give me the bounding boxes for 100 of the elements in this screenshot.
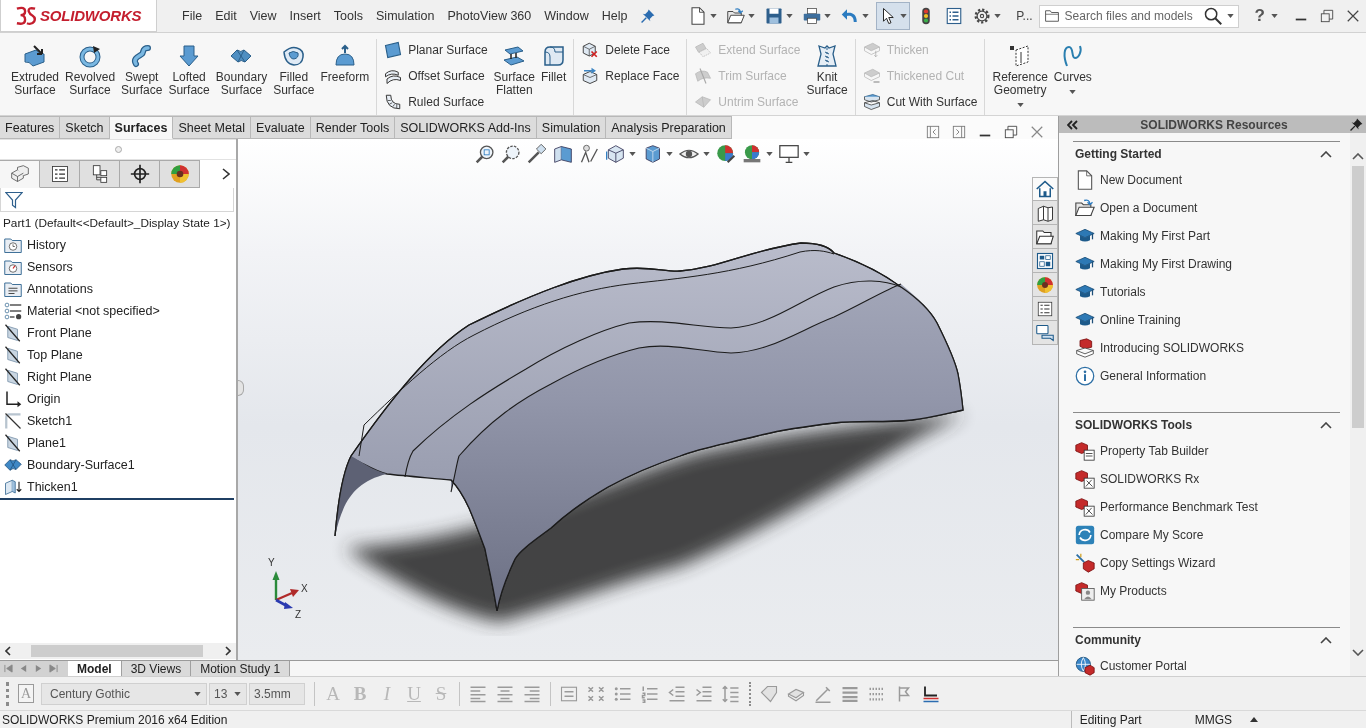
chevron-up-icon[interactable]	[1320, 636, 1332, 644]
tree-item[interactable]: Material <not specified>	[0, 300, 236, 322]
view-toolbar-button[interactable]	[526, 144, 547, 164]
panel-tab[interactable]	[120, 160, 160, 188]
ribbon-button[interactable]: Surface Flatten	[490, 39, 538, 97]
panel-tab[interactable]	[160, 160, 200, 188]
tree-item[interactable]: Top Plane	[0, 344, 236, 366]
ribbon-button[interactable]: Fillet	[537, 39, 570, 84]
ribbon-button[interactable]: Cut With Surface	[859, 91, 981, 113]
scrollbar-thumb[interactable]	[31, 645, 203, 657]
menu-item[interactable]: Tools	[333, 9, 364, 23]
tab[interactable]: Motion Study 1	[191, 661, 291, 676]
tree-item[interactable]: Boundary-Surface1	[0, 454, 236, 476]
tab[interactable]: Surfaces	[109, 116, 174, 139]
ribbon-button[interactable]: Filled Surface	[270, 39, 318, 97]
restore-icon[interactable]	[1320, 9, 1334, 23]
tree-item[interactable]: Front Plane	[0, 322, 236, 344]
search-icon[interactable]	[1203, 7, 1222, 25]
tree-item[interactable]: History	[0, 234, 236, 256]
chevron-down-icon[interactable]	[1352, 649, 1364, 656]
chevron-up-icon[interactable]	[1352, 153, 1364, 160]
graphics-area[interactable]: Y X Z	[238, 139, 1058, 660]
task-pane-tab[interactable]	[1032, 273, 1058, 297]
menu-item[interactable]: Window	[544, 9, 589, 23]
close-icon[interactable]	[1346, 9, 1360, 23]
chevron-right-icon[interactable]	[222, 168, 230, 180]
menu-item[interactable]: File	[182, 9, 203, 23]
menu-item[interactable]: Simulation	[376, 9, 435, 23]
panel-tab[interactable]	[80, 160, 120, 188]
splitter-handle[interactable]	[238, 380, 244, 396]
font-dropdown[interactable]: Century Gothic	[41, 682, 207, 705]
ribbon-button[interactable]: Reference Geometry	[989, 39, 1051, 107]
tab[interactable]: Evaluate	[251, 116, 311, 139]
help-button[interactable]: ?	[1252, 6, 1267, 26]
tab[interactable]: Sheet Metal	[173, 116, 252, 139]
menu-item[interactable]: PhotoView 360	[447, 9, 532, 23]
resource-link[interactable]: Tutorials	[1073, 278, 1340, 306]
tree-item[interactable]: Right Plane	[0, 366, 236, 388]
panel-right-icon[interactable]	[952, 125, 966, 139]
tree-item[interactable]: Sketch1	[0, 410, 236, 432]
toolbar-button[interactable]	[876, 2, 911, 30]
tree-root[interactable]: Part1 (Default<<Default>_Display State 1>)	[0, 212, 236, 234]
caret-down-icon[interactable]	[1271, 14, 1278, 18]
resource-link[interactable]: Introducing SOLIDWORKS	[1073, 334, 1340, 362]
tab[interactable]: Model	[68, 661, 122, 676]
view-toolbar-button[interactable]	[578, 144, 599, 164]
resource-link[interactable]: Copy Settings Wizard	[1073, 549, 1340, 577]
search-box[interactable]: Search files and models	[1038, 4, 1239, 28]
menu-item[interactable]: Help	[601, 9, 628, 23]
resource-link[interactable]: My Products	[1073, 577, 1340, 605]
view-toolbar-button[interactable]	[778, 144, 810, 164]
chevron-up-icon[interactable]	[1320, 150, 1332, 158]
menu-item[interactable]: Insert	[289, 9, 321, 23]
resource-link[interactable]: General Information	[1073, 362, 1340, 390]
tree-item[interactable]: Sensors	[0, 256, 236, 278]
vertical-scrollbar[interactable]	[1350, 133, 1366, 676]
resource-link[interactable]: Customer Portal	[1073, 652, 1340, 676]
horizontal-scrollbar[interactable]	[0, 643, 236, 659]
tab[interactable]: Render Tools	[310, 116, 396, 139]
panel-tab[interactable]	[40, 160, 80, 188]
task-pane-tab[interactable]	[1032, 321, 1058, 345]
resource-link[interactable]: Making My First Drawing	[1073, 250, 1340, 278]
scrollbar-thumb[interactable]	[1352, 166, 1364, 428]
tree-item[interactable]: Annotations	[0, 278, 236, 300]
ribbon-button[interactable]: Planar Surface	[381, 39, 491, 61]
resource-link[interactable]: Online Training	[1073, 306, 1340, 334]
splitter-grip[interactable]	[114, 146, 122, 153]
task-pane-tab[interactable]	[1032, 201, 1058, 225]
caret-down-icon[interactable]	[1016, 103, 1024, 107]
resource-link[interactable]: Open a Document	[1073, 194, 1340, 222]
task-pane-tab[interactable]	[1032, 225, 1058, 249]
double-chevron-left-icon[interactable]	[1067, 119, 1078, 130]
resource-link[interactable]: SOLIDWORKS Rx	[1073, 465, 1340, 493]
task-pane-tab[interactable]	[1032, 297, 1058, 321]
tab[interactable]: Simulation	[536, 116, 607, 139]
ribbon-button[interactable]: Extruded Surface	[8, 39, 63, 97]
ribbon-button[interactable]: Freeform	[317, 39, 373, 84]
pin-icon[interactable]	[1350, 118, 1363, 131]
chevron-left-icon[interactable]	[5, 646, 11, 656]
filter-field[interactable]	[0, 188, 234, 212]
chevron-up-icon[interactable]	[1320, 421, 1332, 429]
tree-item[interactable]: Plane1	[0, 432, 236, 454]
tab[interactable]: Sketch	[60, 116, 110, 139]
ribbon-button[interactable]: Curves	[1050, 39, 1095, 94]
search-field[interactable]: Search files and models	[1064, 7, 1199, 25]
menu-item[interactable]: Edit	[215, 9, 237, 23]
tab[interactable]: Features	[0, 116, 61, 139]
tree-item[interactable]: Origin	[0, 388, 236, 410]
view-toolbar-button[interactable]	[500, 144, 521, 164]
ribbon-button[interactable]: Offset Surface	[381, 65, 491, 87]
restore-icon[interactable]	[1004, 125, 1018, 139]
ribbon-button[interactable]: Swept Surface	[118, 39, 166, 97]
view-toolbar-button[interactable]	[474, 144, 495, 164]
toolbar-overflow[interactable]: P...	[1014, 9, 1035, 23]
view-toolbar-button[interactable]	[741, 144, 773, 164]
caret-down-icon[interactable]	[1226, 14, 1234, 18]
tree-item[interactable]: Thicken1	[0, 476, 236, 498]
tab[interactable]: 3D Views	[121, 661, 192, 676]
resource-link[interactable]: Making My First Part	[1073, 222, 1340, 250]
view-toolbar-button[interactable]	[552, 144, 573, 164]
